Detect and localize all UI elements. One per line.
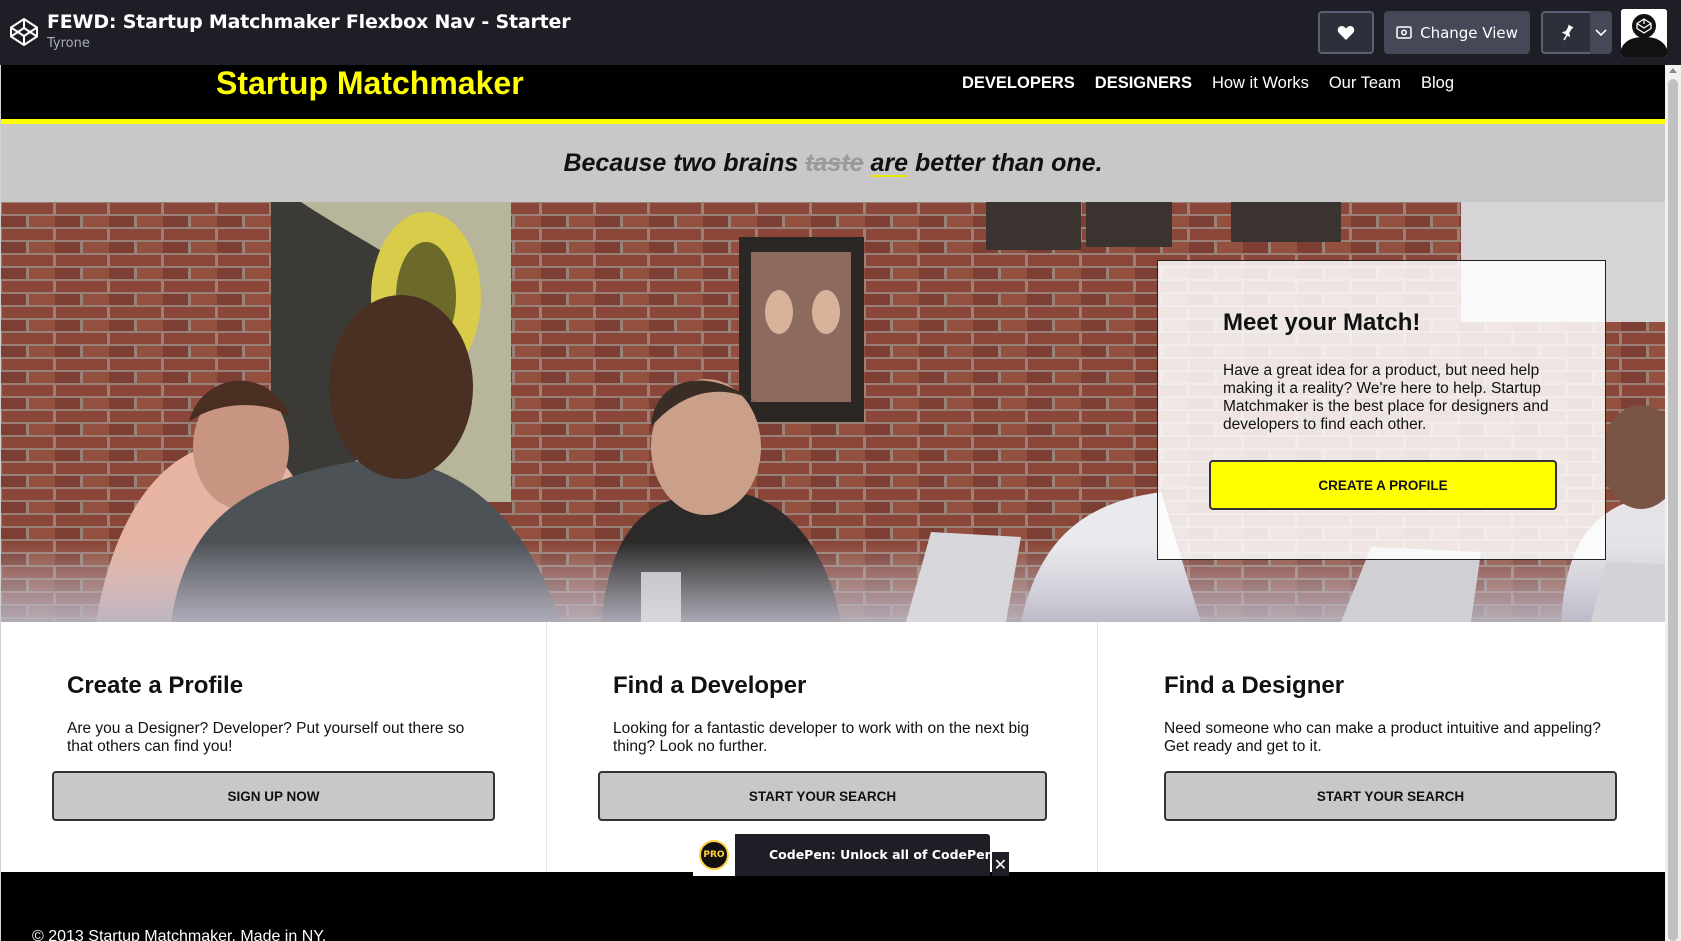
site-header: Startup Matchmaker DEVELOPERS DESIGNERS … [1,65,1665,124]
close-icon[interactable]: ✕ [992,852,1009,876]
feature-title: Find a Developer [613,672,807,699]
codepen-logo-icon[interactable] [8,16,40,48]
pro-badge-label: PRO [699,840,729,870]
codepen-top-bar: FEWD: Startup Matchmaker Flexbox Nav - S… [0,0,1681,65]
nav-designers[interactable]: DESIGNERS [1095,74,1192,93]
avatar-icon [1621,9,1667,57]
tagline: Because two brains taste are better than… [563,149,1102,178]
pin-icon [1561,24,1574,40]
nav-how-it-works[interactable]: How it Works [1212,74,1309,93]
heart-icon [1337,25,1355,40]
tagline-end: better than one. [908,148,1103,177]
hero-card-title: Meet your Match! [1223,309,1421,336]
user-avatar[interactable] [1621,9,1667,57]
tagline-struck-word: taste [805,148,864,177]
feature-find-designer: Find a Designer Need someone who can mak… [1098,622,1665,872]
preview-scrollbar[interactable] [1665,65,1681,941]
nav-blog[interactable]: Blog [1421,74,1454,93]
scrollbar-thumb[interactable] [1668,79,1678,941]
pen-preview: Startup Matchmaker DEVELOPERS DESIGNERS … [0,65,1665,941]
pin-options-button[interactable] [1590,11,1612,54]
scroll-up-arrow-icon[interactable] [1669,68,1677,73]
hero-section: Meet your Match! Have a great idea for a… [1,202,1665,622]
find-developer-search-button[interactable]: START YOUR SEARCH [598,771,1047,821]
sign-up-button[interactable]: SIGN UP NOW [52,771,495,821]
promo-text: CodePen: Unlock all of CodePen [769,847,994,862]
create-profile-button[interactable]: CREATE A PROFILE [1209,460,1557,510]
hero-card: Meet your Match! Have a great idea for a… [1157,260,1606,560]
site-footer: © 2013 Startup Matchmaker. Made in NY. [1,872,1665,941]
find-designer-search-button[interactable]: START YOUR SEARCH [1164,771,1617,821]
site-nav: DEVELOPERS DESIGNERS How it Works Our Te… [962,74,1454,93]
feature-create-profile: Create a Profile Are you a Designer? Dev… [1,622,547,872]
feature-title: Find a Designer [1164,672,1345,699]
heart-button[interactable] [1318,11,1374,54]
feature-body: Are you a Designer? Developer? Put yours… [67,720,465,755]
feature-body: Need someone who can make a product intu… [1164,720,1601,755]
tagline-start: Because two brains [563,148,806,177]
nav-our-team[interactable]: Our Team [1329,74,1401,93]
pen-title: FEWD: Startup Matchmaker Flexbox Nav - S… [47,11,571,33]
chevron-down-icon [1595,28,1607,36]
feature-body: Looking for a fantastic developer to wor… [613,720,1030,755]
eye-icon [1396,26,1412,39]
tagline-band: Because two brains taste are better than… [1,124,1665,202]
change-view-label: Change View [1420,23,1518,42]
pen-author[interactable]: Tyrone [47,36,90,51]
pro-badge-icon: PRO [693,834,735,876]
copyright-text: © 2013 Startup Matchmaker. Made in NY. [32,928,327,941]
site-brand[interactable]: Startup Matchmaker [216,65,524,102]
hero-card-body: Have a great idea for a product, but nee… [1223,362,1549,433]
pro-promo-banner[interactable]: PRO CodePen: Unlock all of CodePen [693,834,994,876]
change-view-button[interactable]: Change View [1384,11,1530,54]
nav-developers[interactable]: DEVELOPERS [962,74,1075,93]
feature-title: Create a Profile [67,672,244,699]
pin-button[interactable] [1541,11,1593,54]
tagline-underlined-word: are [870,148,909,177]
